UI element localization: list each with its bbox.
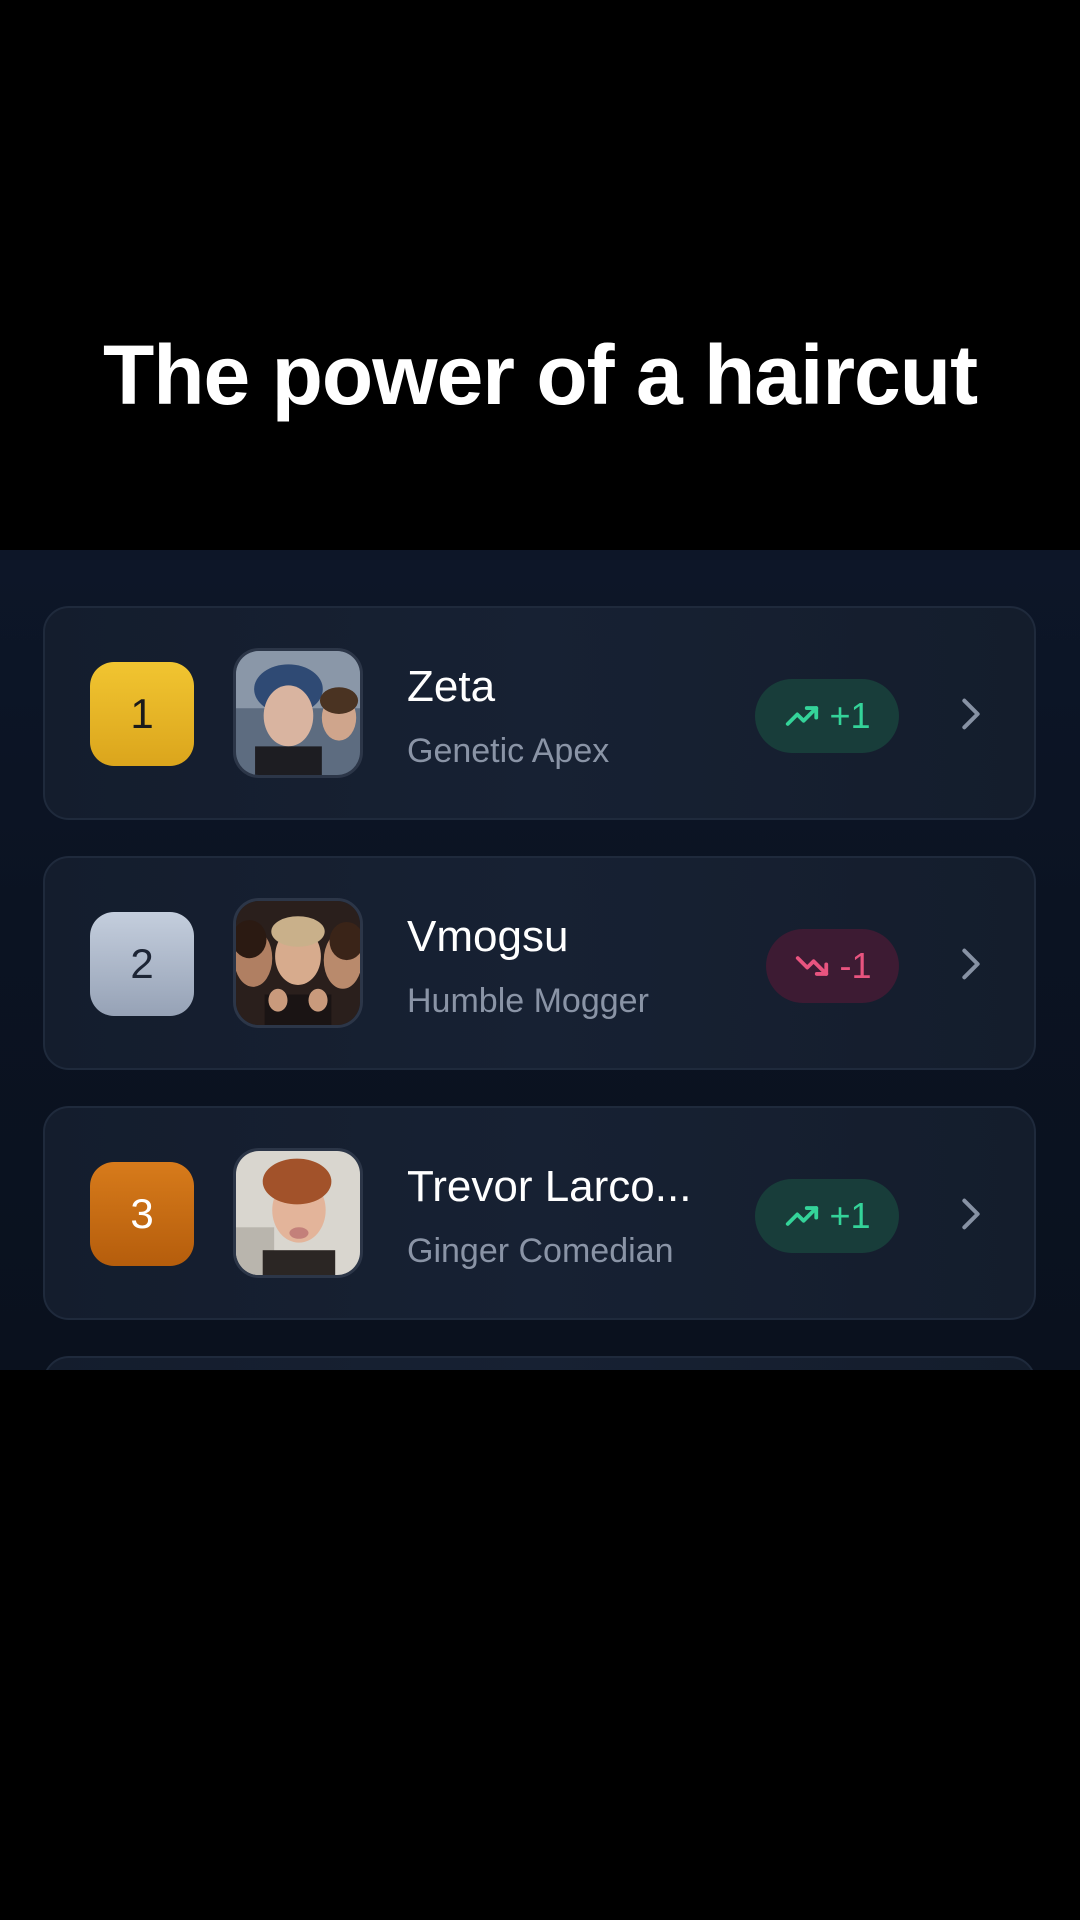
- rank-badge: 3: [90, 1162, 194, 1266]
- rank-change-badge: -1: [766, 929, 899, 1003]
- trending-up-icon: [786, 706, 819, 726]
- player-name: Vmogsu: [407, 912, 569, 961]
- video-caption: The power of a haircut: [102, 328, 978, 422]
- player-title: Ginger Comedian: [407, 1232, 674, 1270]
- avatar: [233, 898, 363, 1028]
- rank-change-badge: +1: [755, 1179, 899, 1253]
- profile-photo: [236, 1151, 360, 1275]
- rank-badge: 2: [90, 912, 194, 1016]
- leaderboard-row-3[interactable]: 3 Trevor Larco... Ginger Comedian +1: [43, 1106, 1036, 1320]
- chevron-right-icon[interactable]: [951, 944, 991, 984]
- rank-change-value: -1: [839, 945, 872, 986]
- player-title: Genetic Apex: [407, 732, 610, 770]
- chevron-right-icon[interactable]: [951, 1194, 991, 1234]
- leaderboard-row-2[interactable]: 2 Vmogsu Humble Mogger -1: [43, 856, 1036, 1070]
- avatar: [233, 648, 363, 778]
- rank-change-value: +1: [829, 1195, 871, 1236]
- leaderboard-row-4[interactable]: [43, 1356, 1036, 1370]
- profile-photo: [236, 651, 360, 775]
- avatar: [233, 1148, 363, 1278]
- player-name: Zeta: [407, 662, 496, 711]
- rank-badge: 1: [90, 662, 194, 766]
- chevron-right-icon[interactable]: [951, 694, 991, 734]
- rank-change-value: +1: [829, 695, 871, 736]
- player-name: Trevor Larco...: [407, 1162, 692, 1211]
- rank-change-badge: +1: [755, 679, 899, 753]
- leaderboard-row-1[interactable]: 1 Zeta Genetic Apex +1: [43, 606, 1036, 820]
- trending-down-icon: [796, 956, 829, 976]
- trending-up-icon: [786, 1206, 819, 1226]
- leaderboard-panel: 1 Zeta Genetic Apex +1 2 Vmogsu Humble M…: [0, 550, 1080, 1370]
- player-title: Humble Mogger: [407, 982, 649, 1020]
- profile-photo: [236, 901, 360, 1025]
